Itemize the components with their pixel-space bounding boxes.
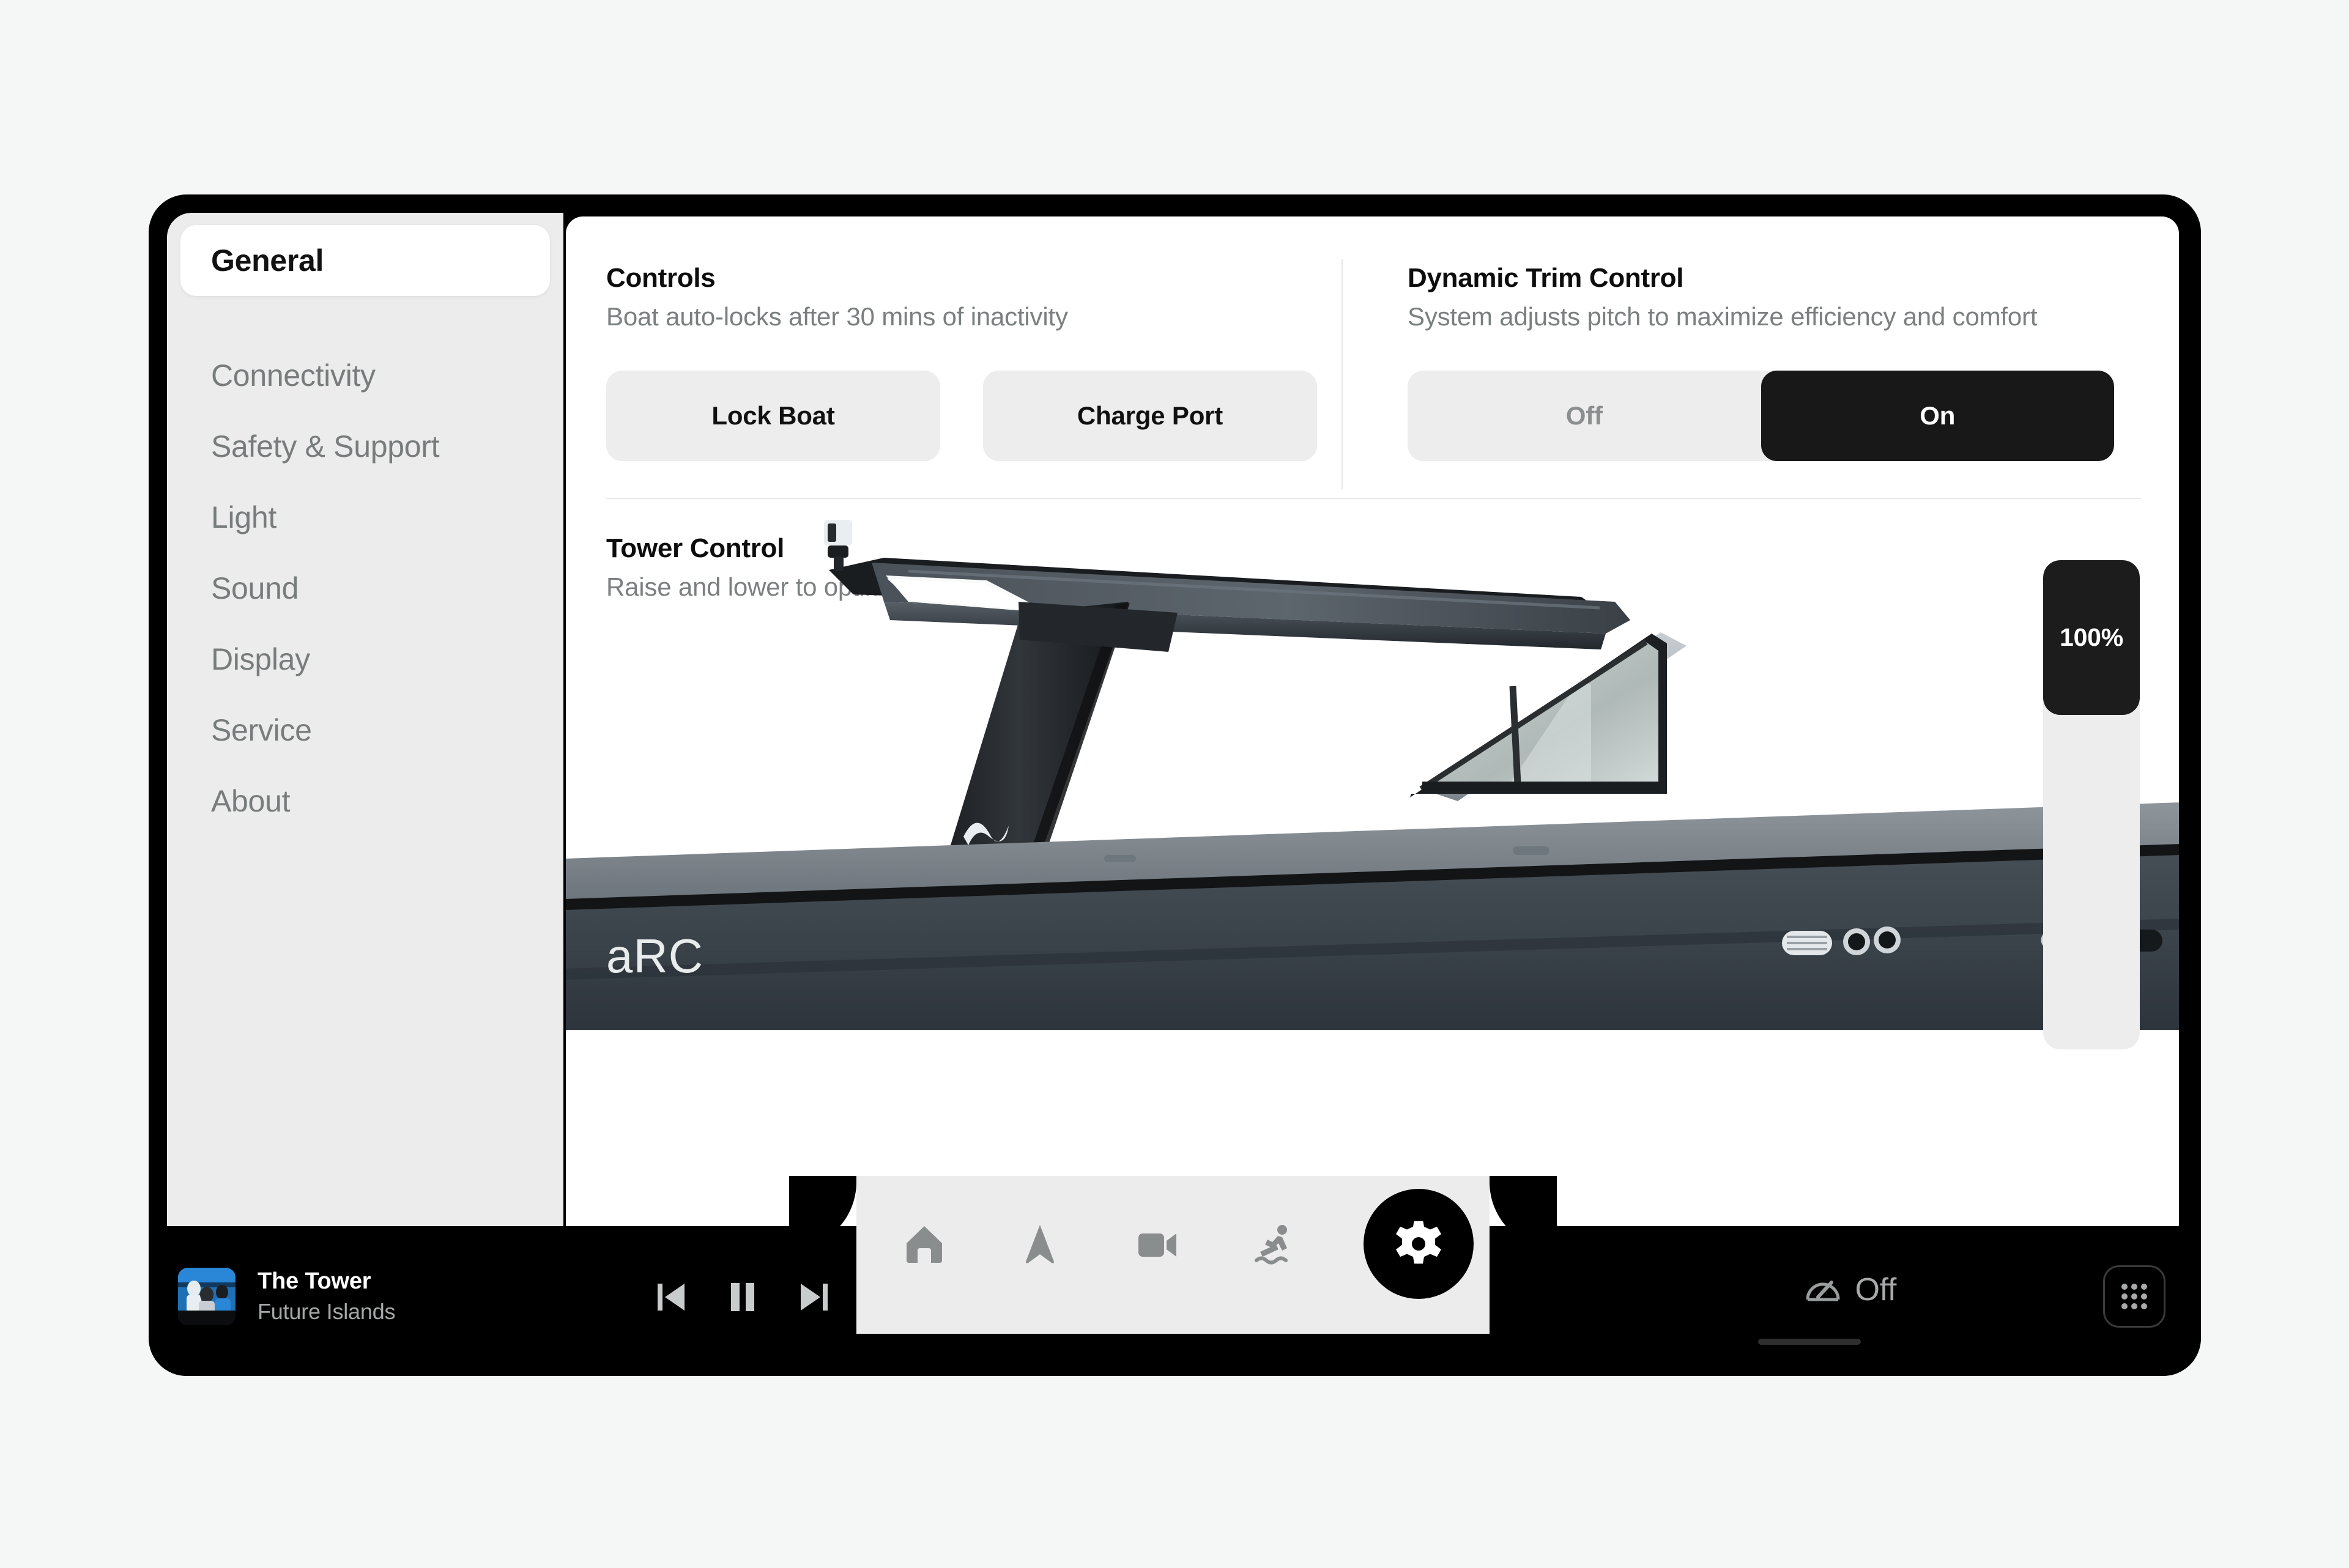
tower-height-slider[interactable]: 100% — [2043, 560, 2140, 1049]
transport-controls — [656, 1281, 829, 1313]
settings-sidebar: General Connectivity Safety & Support Li… — [167, 213, 563, 1226]
nav-home-button[interactable] — [900, 1220, 948, 1268]
album-art — [178, 1268, 236, 1325]
tower-slider-fill: 100% — [2043, 560, 2140, 715]
boat-graphic: aRC — [566, 520, 2179, 1030]
sidebar-item-display[interactable]: Display — [180, 624, 550, 695]
cruise-control[interactable]: Off — [1805, 1271, 1896, 1308]
sidebar-item-general[interactable]: General — [180, 225, 550, 296]
sidebar-item-light[interactable]: Light — [180, 482, 550, 553]
controls-subtitle: Boat auto-locks after 30 mins of inactiv… — [606, 302, 1068, 331]
sidebar-item-label: Display — [211, 642, 310, 676]
controls-title: Controls — [606, 263, 716, 293]
sidebar-item-label: Light — [211, 500, 276, 534]
grid-icon — [2121, 1284, 2147, 1309]
nav-settings-button[interactable] — [1364, 1189, 1474, 1299]
app-launcher-button[interactable] — [2103, 1265, 2165, 1328]
settings-content: Controls Boat auto-locks after 30 mins o… — [566, 216, 2179, 1226]
sidebar-item-connectivity[interactable]: Connectivity — [180, 340, 550, 411]
now-playing-text: The Tower Future Islands — [258, 1268, 396, 1325]
cruise-progress-bar — [1758, 1339, 1861, 1345]
bottom-bar: The Tower Future Islands Off — [149, 1176, 2201, 1376]
speedometer-icon — [1806, 1281, 1840, 1301]
track-artist: Future Islands — [258, 1299, 396, 1325]
sidebar-item-sound[interactable]: Sound — [180, 553, 550, 624]
screen: General Connectivity Safety & Support Li… — [167, 213, 2183, 1226]
nav-surf-button[interactable] — [1248, 1220, 1296, 1268]
notch-curve-left — [789, 1176, 856, 1249]
tablet-device: General Connectivity Safety & Support Li… — [149, 194, 2201, 1376]
navigate-icon — [1026, 1225, 1055, 1263]
sidebar-item-service[interactable]: Service — [180, 695, 550, 766]
sidebar-item-label: General — [211, 243, 324, 278]
previous-track-icon[interactable] — [656, 1281, 686, 1313]
tower-slider-value: 100% — [2059, 623, 2124, 651]
surf-icon — [1254, 1225, 1288, 1265]
cruise-status-label: Off — [1855, 1272, 1896, 1307]
gear-icon — [1396, 1221, 1441, 1264]
home-icon — [907, 1226, 942, 1263]
trim-subtitle: System adjusts pitch to maximize efficie… — [1408, 302, 2038, 331]
nav-camera-button[interactable] — [1132, 1220, 1180, 1268]
sidebar-item-label: About — [211, 784, 291, 818]
notch-curve-right — [1490, 1176, 1557, 1249]
next-track-icon[interactable] — [800, 1281, 829, 1313]
svg-text:aRC: aRC — [606, 929, 703, 983]
pause-icon[interactable] — [729, 1281, 757, 1313]
trim-title: Dynamic Trim Control — [1408, 263, 1684, 293]
sidebar-item-label: Service — [211, 713, 312, 747]
nav-icon-row — [856, 1176, 1490, 1334]
sidebar-item-about[interactable]: About — [180, 766, 550, 837]
nav-navigation-button[interactable] — [1016, 1220, 1064, 1268]
boat-illustration: aRC — [566, 418, 2179, 1226]
sidebar-item-label: Sound — [211, 571, 299, 605]
now-playing[interactable]: The Tower Future Islands — [178, 1268, 396, 1325]
camera-icon — [1138, 1233, 1176, 1257]
sidebar-item-label: Safety & Support — [211, 429, 440, 464]
hull-logo: aRC — [606, 929, 703, 983]
sidebar-item-label: Connectivity — [211, 358, 376, 393]
sidebar-item-safety-support[interactable]: Safety & Support — [180, 411, 550, 482]
track-title: The Tower — [258, 1268, 371, 1295]
